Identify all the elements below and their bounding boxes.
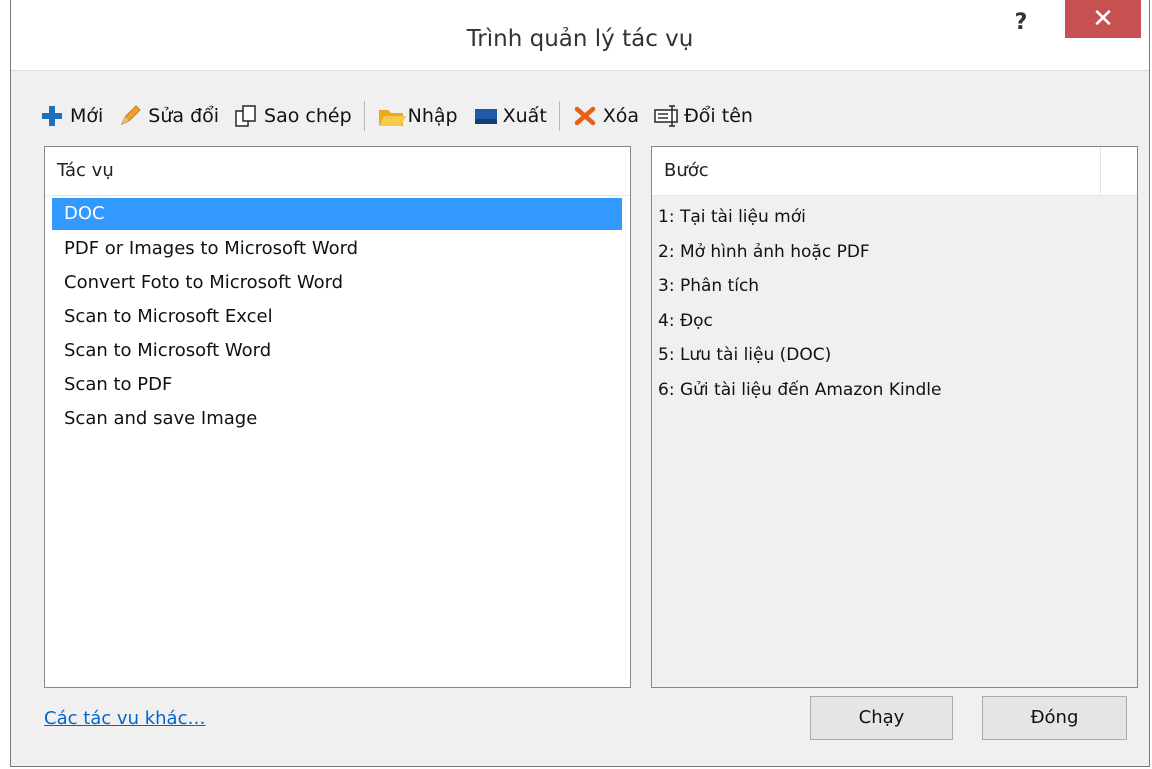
new-button[interactable]: Mới: [39, 103, 103, 129]
task-item-scan-to-word[interactable]: Scan to Microsoft Word: [52, 334, 622, 368]
new-label: Mới: [70, 105, 104, 127]
step-item: 2: Mở hình ảnh hoặc PDF: [658, 241, 870, 262]
drive-icon: [472, 103, 498, 129]
window-title: Trình quản lý tác vụ: [466, 26, 694, 52]
delete-button[interactable]: Xóa: [572, 103, 639, 129]
steps-header-label: Bước: [664, 160, 709, 181]
import-label: Nhập: [407, 105, 458, 127]
plus-icon: [39, 103, 65, 129]
run-button[interactable]: Chạy: [810, 696, 953, 740]
task-item-pdf-images-to-word[interactable]: PDF or Images to Microsoft Word: [52, 232, 622, 266]
step-item: 6: Gửi tài liệu đến Amazon Kindle: [658, 379, 942, 400]
step-item: 5: Lưu tài liệu (DOC): [658, 345, 832, 365]
step-item: 1: Tại tài liệu mới: [658, 207, 806, 227]
task-column-header[interactable]: Tác vụ: [45, 147, 630, 196]
pencil-icon: [117, 103, 143, 129]
task-item-scan-to-excel[interactable]: Scan to Microsoft Excel: [52, 300, 622, 334]
edit-button[interactable]: Sửa đổi: [117, 103, 219, 129]
delete-x-icon: [572, 103, 598, 129]
folder-icon: [377, 103, 406, 129]
copy-icon: [233, 103, 259, 129]
steps-panel: Bước 1: Tại tài liệu mới 2: Mở hình ảnh …: [651, 146, 1138, 688]
task-manager-dialog: Trình quản lý tác vụ ? ✕ Mới Sửa đổi Sao…: [10, 0, 1150, 767]
step-list: 1: Tại tài liệu mới 2: Mở hình ảnh hoặc …: [652, 200, 1137, 407]
title-bar: Trình quản lý tác vụ ? ✕: [11, 0, 1149, 71]
import-button[interactable]: Nhập: [377, 103, 458, 129]
rename-button[interactable]: Đổi tên: [653, 103, 753, 129]
export-label: Xuất: [502, 105, 547, 127]
toolbar: Mới Sửa đổi Sao chép Nhập Xuất Xóa Đổi t…: [39, 96, 767, 136]
rename-label: Đổi tên: [684, 105, 753, 127]
task-item-doc[interactable]: DOC: [52, 198, 622, 230]
help-button[interactable]: ?: [1006, 10, 1036, 40]
task-item-scan-and-save-image[interactable]: Scan and save Image: [52, 402, 622, 436]
toolbar-separator: [363, 101, 365, 131]
column-divider[interactable]: [1100, 147, 1101, 195]
task-list: DOC PDF or Images to Microsoft Word Conv…: [45, 198, 630, 436]
copy-label: Sao chép: [264, 105, 352, 127]
step-item: 4: Đọc: [658, 310, 713, 331]
task-item-scan-to-pdf[interactable]: Scan to PDF: [52, 368, 622, 402]
close-window-button[interactable]: ✕: [1065, 0, 1141, 38]
task-item-convert-foto-to-word[interactable]: Convert Foto to Microsoft Word: [52, 266, 622, 300]
more-tasks-link[interactable]: Các tác vu khác…: [44, 708, 205, 729]
toolbar-separator: [558, 101, 560, 131]
delete-label: Xóa: [602, 105, 640, 127]
steps-column-header[interactable]: Bước: [652, 147, 1137, 196]
close-button[interactable]: Đóng: [982, 696, 1127, 740]
edit-label: Sửa đổi: [148, 105, 220, 127]
step-item: 3: Phân tích: [658, 276, 760, 296]
rename-icon: [653, 103, 679, 129]
export-button[interactable]: Xuất: [472, 103, 547, 129]
task-list-panel: Tác vụ DOC PDF or Images to Microsoft Wo…: [44, 146, 631, 688]
copy-button[interactable]: Sao chép: [233, 103, 352, 129]
